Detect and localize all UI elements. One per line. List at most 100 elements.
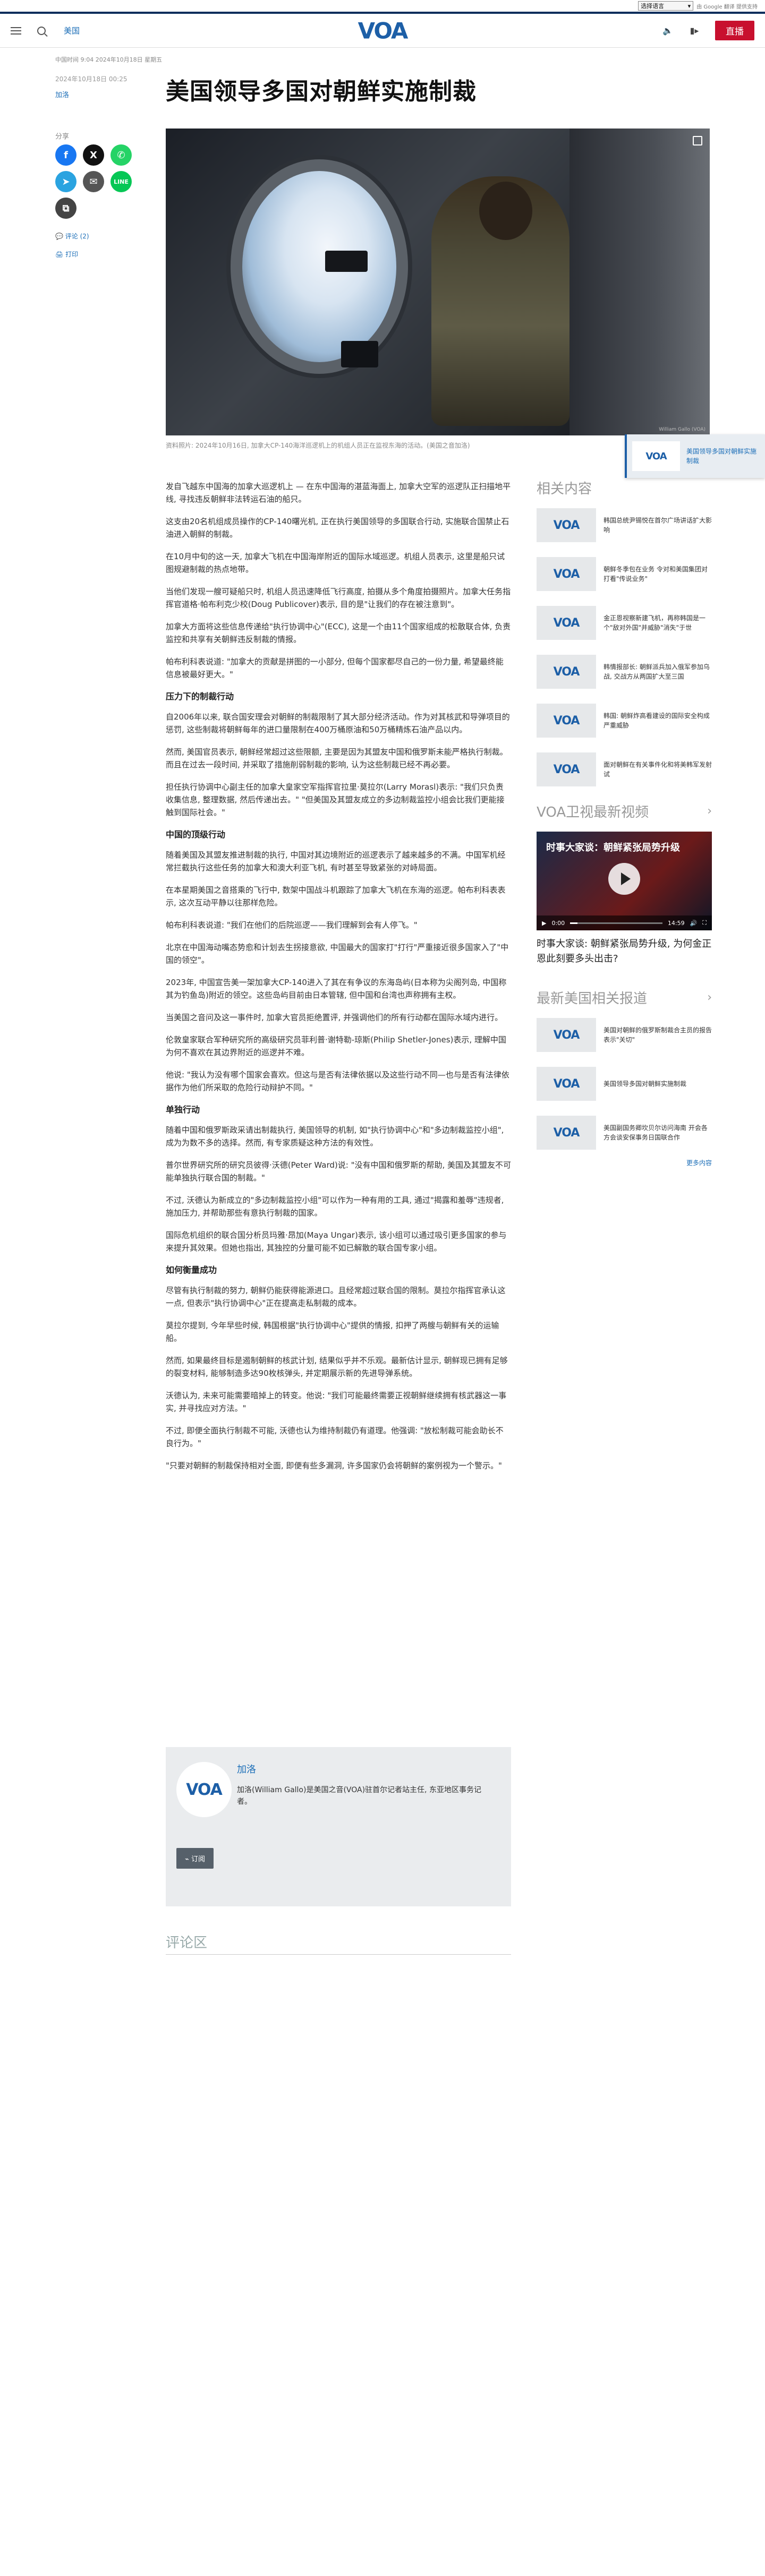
section-heading: 压力下的制裁行动 [166, 691, 234, 701]
floating-related-card[interactable]: VOA 美国领导多国对朝鲜实施制裁 [625, 434, 765, 478]
comments-link[interactable]: 💬 评论 (2) [55, 232, 89, 241]
author-box: VOA 加洛 加洛(William Gallo)是美国之音(VOA)驻首尔记者站… [166, 1747, 511, 1906]
paragraph: 不过, 即便全面执行制裁不可能, 沃德也认为维持制裁仍有道理。他强调: "放松制… [166, 1426, 504, 1448]
comment-icon: 💬 [55, 233, 65, 240]
paragraph: 他说: "我认为没有哪个国家会喜欢。但这与是否有法律依据以及这些行动不同—也与是… [166, 1070, 509, 1092]
copy-link-icon[interactable]: ⧉ [55, 198, 76, 219]
list-item[interactable]: VOA 朝鲜冬季包在业务 令对和美国集团对打看"传说业务" [537, 557, 712, 591]
list-item-title: 金正恩视察新建飞机，再称韩国是一个"敌对外国"并威胁"消失"于世 [604, 614, 706, 631]
right-rail: 相关内容 VOA 韩国总统尹锡悦在首尔广场讲话扩大影响 VOA 朝鲜冬季包在业务 令对… [537, 478, 712, 1167]
paragraph: 这支由20名机组成员操作的CP-140曙光机, 正在执行美国领导的多国联合行动,… [166, 517, 509, 539]
print-link[interactable]: 🖨 打印 [55, 250, 78, 259]
subscribe-button[interactable]: ⌁ 订阅 [176, 1848, 214, 1869]
paragraph: 随着中国和俄罗斯政采请出制裁执行, 美国领导的机制, 如"执行协调中心"和"多边… [166, 1125, 504, 1148]
list-item[interactable]: VOA 美国领导多国对朝鲜实施制裁 [537, 1067, 712, 1101]
chevron-right-icon: › [707, 991, 712, 1004]
list-item-title: 面对朝鲜在有关事件化和将美韩军发射试 [604, 761, 712, 778]
pause-icon[interactable]: ▶ [542, 920, 546, 927]
list-item-title: 美国领导多国对朝鲜实施制裁 [604, 1080, 687, 1088]
print-label: 打印 [65, 251, 79, 258]
paragraph: 沃德认为, 未来可能需要暗掉上的转变。他说: "我们可能最终需要正视朝鲜继续拥有… [166, 1391, 507, 1413]
list-item[interactable]: VOA 美国副国务卿坎贝尔访问海南 开会各方会谈安保事务日国联合作 [537, 1116, 712, 1150]
image-credit: William Gallo (VOA) [659, 427, 706, 432]
author-name[interactable]: 加洛 [237, 1762, 256, 1776]
camera [325, 251, 368, 272]
float-card-thumb: VOA [632, 441, 680, 471]
chevron-down-icon: ▾ [687, 2, 691, 10]
video-section-title[interactable]: VOA卫视最新视频 › [537, 801, 712, 821]
video-time: 0:00 [551, 919, 565, 927]
paragraph: 在本星期美国之音搭乘的飞行中, 数架中国战斗机跟踪了加拿大飞机在东海的巡逻。帕布… [166, 885, 506, 908]
audio-icon[interactable]: 🔈 [662, 26, 674, 35]
thumbnail: VOA [537, 1067, 596, 1101]
language-select[interactable]: 选择语言 ▾ [638, 1, 694, 11]
more-link[interactable]: 更多内容 [537, 1158, 712, 1167]
voa-logo[interactable]: VOA [358, 18, 409, 44]
whatsapp-icon[interactable]: ✆ [110, 144, 132, 166]
live-button[interactable]: 直播 [715, 21, 754, 40]
share-label: 分享 [55, 133, 70, 141]
publish-date: 2024年10月18日 00:25 [55, 75, 128, 83]
author-link[interactable]: 加洛 [55, 89, 69, 99]
video-icon[interactable]: ▮▸ [688, 26, 700, 35]
list-item[interactable]: VOA 韩情报部长: 朝鲜派兵加入俄军参加乌战, 交战方从两国扩大至三国 [537, 655, 712, 689]
thumbnail: VOA [537, 557, 596, 591]
search-icon[interactable] [37, 26, 46, 35]
video-duration: 14:59 [667, 919, 685, 927]
image-caption: 资料照片: 2024年10月16日, 加拿大CP-140海洋巡逻机上的机组人员正… [166, 442, 470, 449]
paragraph: 当他们发现一艘可疑船只时, 机组人员迅速降低飞行高度, 拍摄从多个角度拍摄照片。… [166, 587, 511, 609]
x-icon[interactable]: X [83, 144, 104, 166]
expand-icon[interactable] [693, 136, 702, 146]
author-avatar[interactable]: VOA [176, 1762, 232, 1817]
paragraph: 担任执行协调中心副主任的加拿大皇家空军指挥官拉里·莫拉尔(Larry Moras… [166, 782, 505, 817]
list-item[interactable]: VOA 美国对朝鲜的俄罗斯制裁合主员的报告表示"关切" [537, 1018, 712, 1052]
email-icon[interactable]: ✉ [83, 171, 104, 192]
line-icon[interactable]: LINE [110, 171, 132, 192]
list-item[interactable]: VOA 韩国: 朝鲜炸高看建设的国际安全构成严重威胁 [537, 704, 712, 738]
facebook-icon[interactable]: f [55, 144, 76, 166]
video-overlay-text: 时事大家谈：朝鲜紧张局势升级 [546, 842, 680, 853]
volume-icon[interactable]: 🔊 [690, 920, 698, 927]
google-translate-credit[interactable]: 由 Google 翻译 提供支持 [696, 2, 758, 10]
related-title-label: 相关内容 [537, 481, 592, 497]
rss-icon: ⌁ [185, 1855, 191, 1863]
list-item[interactable]: VOA 金正恩视察新建飞机，再称韩国是一个"敌对外国"并威胁"消失"于世 [537, 606, 712, 640]
paragraph: 当美国之音问及这一事件时, 加拿大官员拒绝置评, 并强调他们的所有行动都在国际水… [166, 1013, 503, 1022]
list-item[interactable]: VOA 韩国总统尹锡悦在首尔广场讲话扩大影响 [537, 508, 712, 542]
list-item[interactable]: VOA 面对朝鲜在有关事件化和将美韩军发射试 [537, 752, 712, 786]
hero-image[interactable]: William Gallo (VOA) [166, 129, 710, 435]
section-heading: 单独行动 [166, 1105, 200, 1115]
video-controls: ▶ 0:00 14:59 🔊 ⛶ [537, 915, 712, 930]
breadcrumb: 中国时间 9:04 2024年10月18日 星期五 [55, 56, 163, 63]
latest-title[interactable]: 最新美国相关报道 › [537, 988, 712, 1007]
paragraph: 加拿大方面将这些信息传递给"执行协调中心"(ECC), 这是一个由11个国家组成… [166, 622, 511, 644]
menu-icon[interactable] [11, 27, 21, 35]
fullscreen-icon[interactable]: ⛶ [702, 919, 707, 927]
video-caption[interactable]: 时事大家谈: 朝鲜紧张局势升级, 为何金正恩此刻要多头出击? [537, 937, 712, 966]
video-progress[interactable] [570, 922, 662, 924]
language-bar: 选择语言 ▾ 由 Google 翻译 提供支持 [0, 0, 765, 12]
thumbnail: VOA [537, 508, 596, 542]
paragraph: 莫拉尔提到, 今年早些时候, 韩国根据"执行协调中心"提供的情报, 扣押了两艘与… [166, 1321, 499, 1343]
list-item-title: 韩情报部长: 朝鲜派兵加入俄军参加乌战, 交战方从两国扩大至三国 [604, 663, 710, 680]
camera-2 [341, 341, 378, 367]
video-player[interactable]: 时事大家谈：朝鲜紧张局势升级 ▶ 0:00 14:59 🔊 ⛶ [537, 832, 712, 930]
latest-title-label: 最新美国相关报道 [537, 991, 648, 1007]
list-item-title: 美国副国务卿坎贝尔访问海南 开会各方会谈安保事务日国联合作 [604, 1124, 708, 1141]
paragraph: 帕布利科表说道: "加拿大的贡献是拼图的一小部分, 但每个国家都尽自己的一份力量… [166, 657, 504, 679]
list-item-title: 美国对朝鲜的俄罗斯制裁合主员的报告表示"关切" [604, 1026, 712, 1043]
latest-list: VOA 美国对朝鲜的俄罗斯制裁合主员的报告表示"关切" VOA 美国领导多国对朝鲜实施… [537, 1018, 712, 1150]
telegram-icon[interactable]: ➤ [55, 171, 76, 192]
nav-region-link[interactable]: 美国 [64, 25, 80, 36]
list-item-title: 韩国总统尹锡悦在首尔广场讲话扩大影响 [604, 517, 712, 534]
play-icon[interactable] [608, 863, 640, 895]
related-list: VOA 韩国总统尹锡悦在首尔广场讲话扩大影响 VOA 朝鲜冬季包在业务 令对和美国集团… [537, 508, 712, 786]
thumbnail: VOA [537, 606, 596, 640]
author-bio: 加洛(William Gallo)是美国之音(VOA)驻首尔记者站主任, 东亚地… [237, 1786, 481, 1806]
thumbnail: VOA [537, 752, 596, 786]
page-title: 美国领导多国对朝鲜实施制裁 [166, 78, 477, 105]
paragraph: 国际危机组织的联合国分析员玛雅·昂加(Maya Ungar)表示, 该小组可以通… [166, 1230, 507, 1253]
paragraph: 发自飞越东中国海的加拿大巡逻机上 — 在东中国海的湛蓝海面上, 加拿大空军的巡逻… [166, 482, 511, 504]
paragraph: "只要对朝鲜的制裁保持相对全面, 即便有些多漏洞, 许多国家仍会将朝鲜的案例视为… [166, 1461, 502, 1470]
article-body: 发自飞越东中国海的加拿大巡逻机上 — 在东中国海的湛蓝海面上, 加拿大空军的巡逻… [166, 480, 511, 1482]
